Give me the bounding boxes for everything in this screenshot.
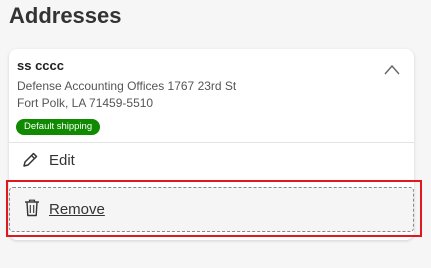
pencil-icon <box>23 152 38 167</box>
edit-label: Edit <box>49 152 75 169</box>
chevron-up-icon <box>384 64 400 75</box>
edit-button[interactable]: Edit <box>9 143 414 181</box>
address-street: Defense Accounting Offices 1767 23rd St <box>17 79 237 93</box>
address-name: ss cccc <box>17 58 64 73</box>
addresses-page: Addresses ss cccc Defense Accounting Off… <box>0 0 431 268</box>
remove-button[interactable]: Remove <box>9 187 414 232</box>
address-card-header: ss cccc Defense Accounting Offices 1767 … <box>9 49 414 143</box>
page-title: Addresses <box>9 3 122 28</box>
trash-icon <box>25 199 39 217</box>
remove-label: Remove <box>49 201 105 218</box>
address-city-state-zip: Fort Polk, LA 71459-5510 <box>17 96 154 110</box>
collapse-button[interactable] <box>383 63 401 77</box>
default-shipping-badge: Default shipping <box>16 119 101 135</box>
